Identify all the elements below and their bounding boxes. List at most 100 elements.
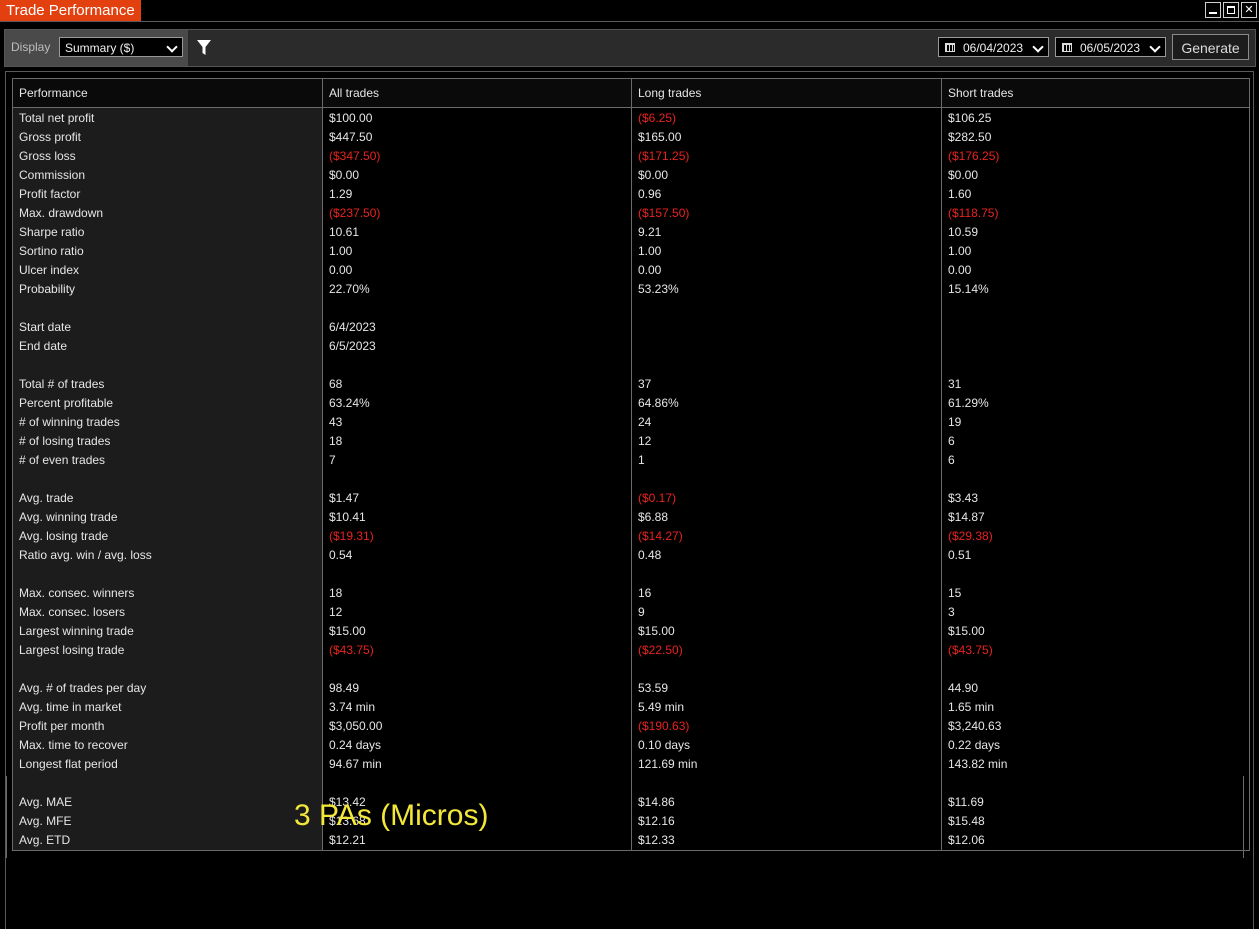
table-cell [942,337,1249,356]
table-cell [323,470,631,489]
table-cell [323,660,631,679]
table-cell [942,565,1249,584]
table-cell: 143.82 min [948,757,1008,771]
table-cell: ($43.75) [329,643,374,657]
table-cell: 9 [638,605,645,619]
table-cell: ($19.31) [329,529,374,543]
table-cell [942,299,1249,318]
minimize-icon[interactable] [1205,2,1221,18]
column-header-long-trades[interactable]: Long trades [632,79,942,107]
table-cell: 1.60 [948,187,972,201]
table-cell: ($176.25) [948,149,1000,163]
table-cell: ($157.50) [638,206,690,220]
table-cell: 0.51 [948,548,972,562]
title-bar: Trade Performance ✕ [0,0,1259,22]
metric-label: Avg. winning trade [19,510,118,524]
table-cell: 1.00 [638,244,662,258]
toolbar: Display Summary ($) 06/04/2023 06/05/202… [4,29,1256,67]
table-cell: 15.14% [948,282,989,296]
metric-label: Max. consec. winners [19,586,135,600]
table-cell: ($347.50) [329,149,381,163]
table-cell: ($190.63) [638,719,690,733]
table-cell: 6/5/2023 [329,339,376,353]
short-trades-column: $106.25 $282.50 ($176.25) $0.00 1.60 ($118.75… [942,108,1249,850]
table-cell [942,470,1249,489]
table-cell: 6 [948,434,955,448]
filter-icon[interactable] [197,40,211,56]
table-empty-area [6,776,1244,858]
table-cell: 1.00 [948,244,972,258]
calendar-icon [945,43,955,52]
table-cell: 12 [329,605,343,619]
metric-label: Max. drawdown [19,206,104,220]
generate-button[interactable]: Generate [1172,34,1249,60]
metric-label: Gross profit [19,130,82,144]
metric-label: Avg. trade [19,491,74,505]
chevron-down-icon [1149,41,1161,53]
table-cell: 68 [329,377,343,391]
table-cell: 6 [948,453,955,467]
table-cell: 1.65 min [948,700,995,714]
metric-label: Sharpe ratio [19,225,85,239]
table-cell [323,299,631,318]
table-cell: $282.50 [948,130,992,144]
table-cell: 0.48 [638,548,662,562]
table-cell: 10.61 [329,225,360,239]
table-cell: 0.24 days [329,738,382,752]
display-select[interactable]: Summary ($) [59,37,183,57]
table-cell: $447.50 [329,130,373,144]
maximize-icon[interactable] [1223,2,1239,18]
table-cell: $0.00 [948,168,979,182]
window-title: Trade Performance [0,0,141,22]
table-cell: 19 [948,415,962,429]
table-cell: ($171.25) [638,149,690,163]
metric-label: Ulcer index [19,263,80,277]
metric-label: # of even trades [19,453,106,467]
table-cell: 61.29% [948,396,989,410]
table-cell: ($237.50) [329,206,381,220]
display-label: Display [11,40,51,54]
metric-label: Avg. # of trades per day [19,681,147,695]
table-cell: 24 [638,415,652,429]
column-header-short-trades[interactable]: Short trades [942,79,1249,107]
table-cell: 18 [329,586,343,600]
metric-label: Longest flat period [19,757,118,771]
metric-label [13,299,322,318]
table-cell [632,318,941,337]
metric-label: Max. consec. losers [19,605,126,619]
table-cell [323,565,631,584]
table-cell: ($0.17) [638,491,677,505]
metric-label: Avg. losing trade [19,529,109,543]
table-cell: 0.96 [638,187,662,201]
metric-label: # of losing trades [19,434,111,448]
table-cell [632,356,941,375]
calendar-icon [1062,43,1072,52]
table-body: Total net profit Gross profit Gross loss Co… [13,108,1249,850]
close-icon[interactable]: ✕ [1241,2,1257,18]
table-cell: 15 [948,586,962,600]
table-cell: 37 [638,377,652,391]
end-date-picker[interactable]: 06/05/2023 [1055,37,1166,57]
metric-label: Commission [19,168,86,182]
metric-label: Percent profitable [19,396,114,410]
table-cell: 98.49 [329,681,360,695]
column-header-all-trades[interactable]: All trades [323,79,632,107]
table-cell: ($14.27) [638,529,683,543]
metric-label: End date [19,339,68,353]
metric-label: Profit factor [19,187,81,201]
metric-label: Start date [19,320,72,334]
chevron-down-icon [1032,41,1044,53]
start-date-picker[interactable]: 06/04/2023 [938,37,1049,57]
table-cell: $1.47 [329,491,360,505]
table-cell: $0.00 [329,168,360,182]
caption-annotation: 3 PAs (Micros) [294,799,489,832]
table-cell: 64.86% [638,396,679,410]
table-cell [942,660,1249,679]
table-cell: $165.00 [638,130,682,144]
column-header-performance[interactable]: Performance [13,79,323,107]
table-cell: 0.10 days [638,738,691,752]
table-cell: 94.67 min [329,757,382,771]
table-cell: 1 [638,453,645,467]
metric-label: Max. time to recover [19,738,128,752]
table-cell: ($6.25) [638,111,677,125]
